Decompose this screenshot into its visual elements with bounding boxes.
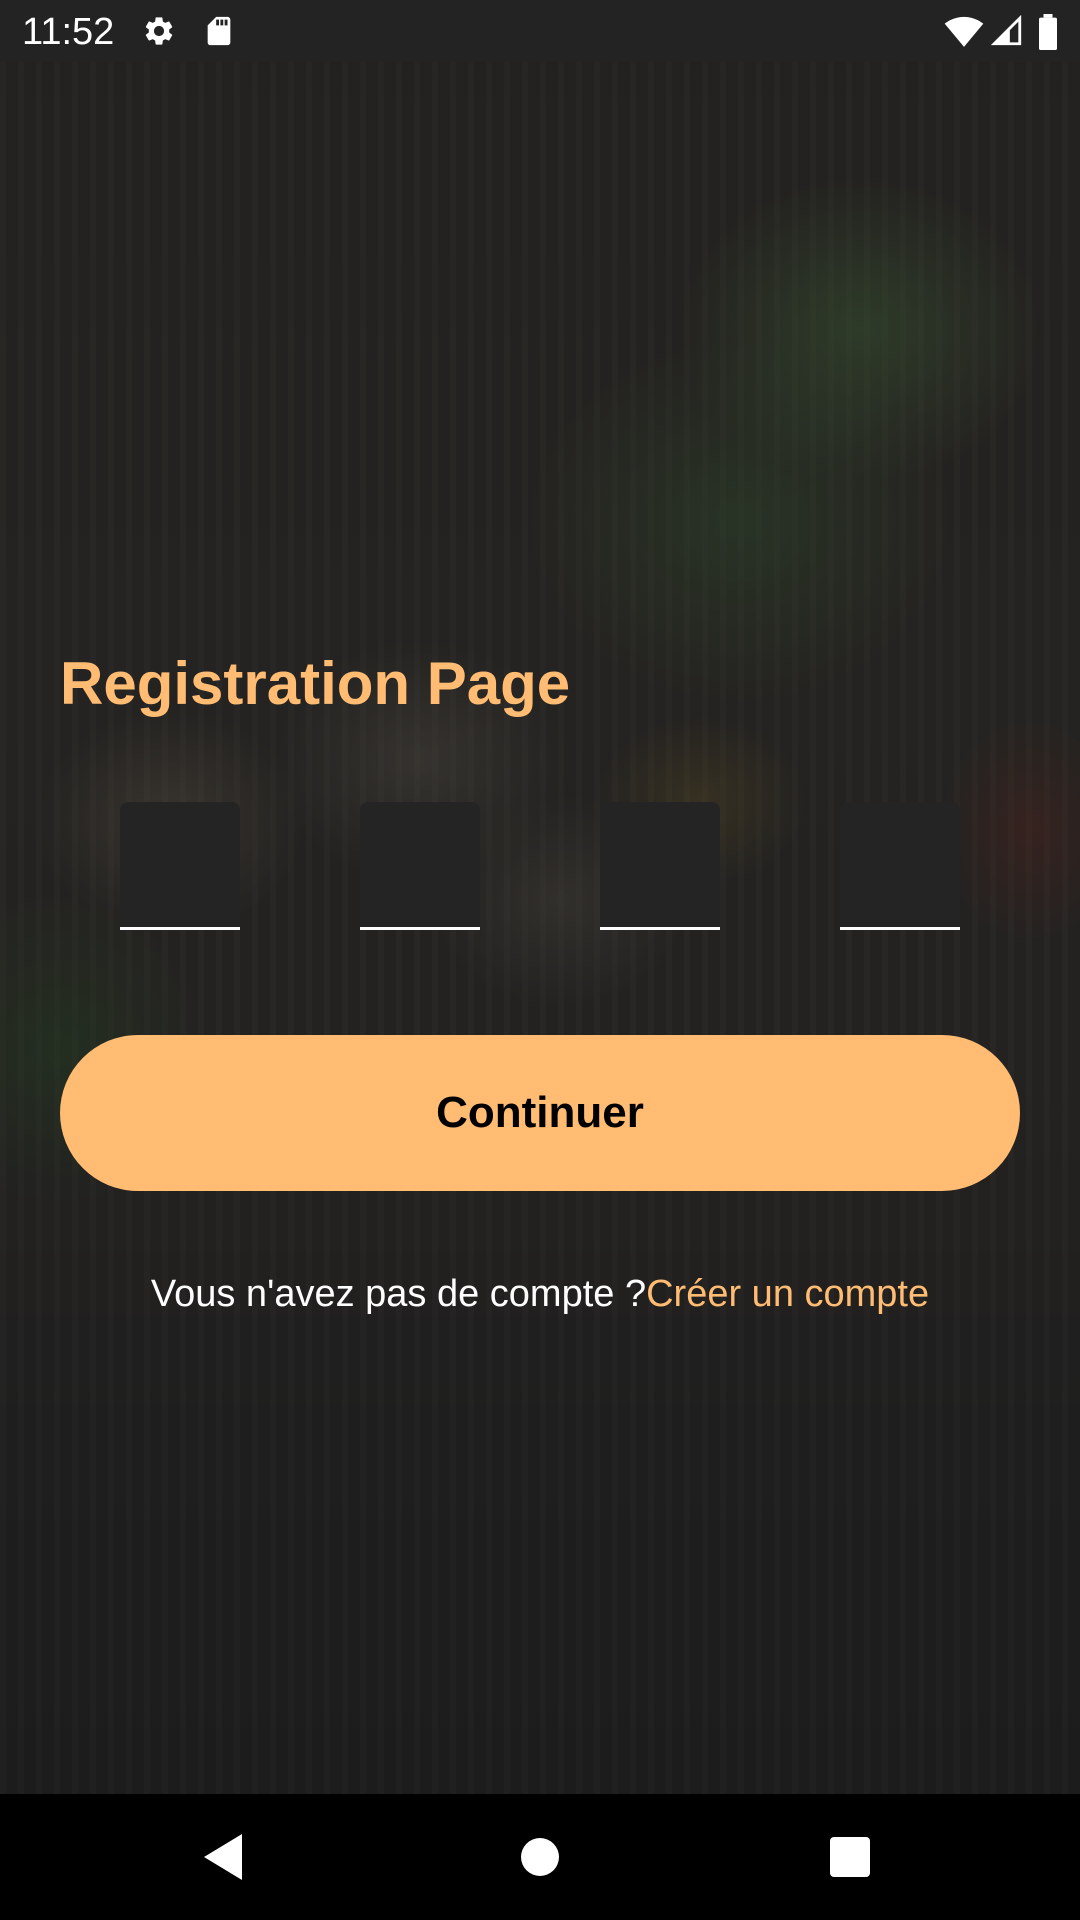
page-title: Registration Page (60, 650, 571, 717)
recents-icon[interactable] (810, 1817, 890, 1897)
otp-digit-2-input[interactable] (360, 802, 480, 930)
settings-icon (142, 14, 176, 48)
continue-button[interactable]: Continuer (60, 1035, 1020, 1191)
registration-screen: 11:52 Registration Page Continuer Vous n… (0, 0, 1080, 1920)
wifi-icon (944, 14, 984, 48)
otp-digit-1-input[interactable] (120, 802, 240, 930)
navigation-bar (0, 1794, 1080, 1920)
home-icon[interactable] (500, 1817, 580, 1897)
otp-digit-4-input[interactable] (840, 802, 960, 930)
back-icon[interactable] (186, 1817, 266, 1897)
continue-button-label: Continuer (436, 1088, 644, 1137)
sd-card-icon (202, 14, 236, 48)
status-bar: 11:52 (0, 0, 1080, 62)
otp-digit-3-input[interactable] (600, 802, 720, 930)
battery-icon (1036, 14, 1060, 51)
create-account-link[interactable]: Créer un compte (646, 1273, 929, 1315)
cell-signal-icon (990, 14, 1024, 48)
signup-prompt-text: Vous n'avez pas de compte ? (150, 1273, 647, 1315)
signup-prompt: Vous n'avez pas de compte ?Créer un comp… (0, 1268, 1080, 1320)
status-time: 11:52 (22, 11, 115, 53)
